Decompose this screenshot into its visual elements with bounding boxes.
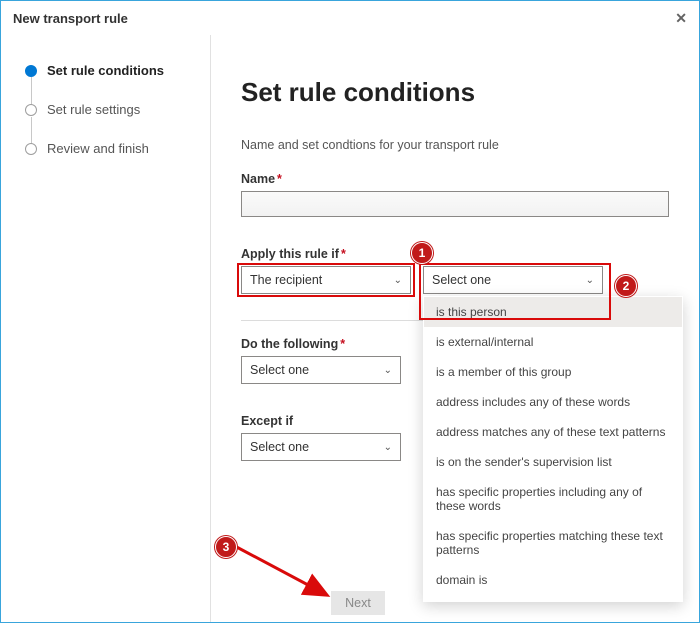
step-dot-icon bbox=[25, 104, 37, 116]
wizard-step-1[interactable]: Set rule conditions bbox=[25, 63, 192, 78]
select-value: Select one bbox=[250, 440, 309, 454]
select-value: Select one bbox=[432, 273, 491, 287]
wizard-step-2[interactable]: Set rule settings bbox=[25, 102, 192, 117]
chevron-down-icon: ⌄ bbox=[384, 442, 392, 453]
page-subtitle: Name and set condtions for your transpor… bbox=[241, 138, 669, 152]
titlebar: New transport rule ✕ bbox=[1, 1, 699, 35]
window-title: New transport rule bbox=[13, 11, 128, 26]
dropdown-option[interactable]: address includes any of these words bbox=[424, 387, 682, 417]
dropdown-option[interactable]: is on the sender's supervision list bbox=[424, 447, 682, 477]
annotation-number-2: 2 bbox=[615, 275, 637, 297]
chevron-down-icon: ⌄ bbox=[394, 275, 402, 286]
chevron-down-icon: ⌄ bbox=[384, 365, 392, 376]
step-label: Review and finish bbox=[47, 141, 149, 156]
wizard-step-3[interactable]: Review and finish bbox=[25, 141, 192, 156]
dropdown-option[interactable]: is this person bbox=[424, 297, 682, 327]
step-label: Set rule settings bbox=[47, 102, 140, 117]
step-dot-icon bbox=[25, 65, 37, 77]
select-value: Select one bbox=[250, 363, 309, 377]
close-icon[interactable]: ✕ bbox=[675, 10, 687, 27]
page-title: Set rule conditions bbox=[241, 77, 669, 108]
condition-predicate-select[interactable]: Select one ⌄ bbox=[423, 266, 603, 294]
dialog-window: New transport rule ✕ Set rule conditions… bbox=[0, 0, 700, 623]
exception-select[interactable]: Select one ⌄ bbox=[241, 433, 401, 461]
dropdown-option[interactable]: has specific properties including any of… bbox=[424, 477, 682, 521]
action-select[interactable]: Select one ⌄ bbox=[241, 356, 401, 384]
dropdown-option[interactable]: address matches any of these text patter… bbox=[424, 417, 682, 447]
required-asterisk: * bbox=[341, 247, 346, 261]
main-panel: Set rule conditions Name and set condtio… bbox=[211, 35, 699, 623]
dialog-body: Set rule conditions Set rule settings Re… bbox=[1, 35, 699, 623]
condition-subject-select[interactable]: The recipient ⌄ bbox=[241, 266, 411, 294]
dropdown-option[interactable]: is a member of this group bbox=[424, 357, 682, 387]
rule-name-input[interactable] bbox=[241, 191, 669, 217]
required-asterisk: * bbox=[340, 337, 345, 351]
wizard-steps-sidebar: Set rule conditions Set rule settings Re… bbox=[1, 35, 211, 623]
apply-rule-row: 1 2 The recipient ⌄ Select one ⌄ is this… bbox=[241, 266, 669, 294]
name-field-block: Name* bbox=[241, 172, 669, 217]
next-button[interactable]: Next bbox=[331, 591, 385, 615]
dropdown-option[interactable]: has specific properties matching these t… bbox=[424, 521, 682, 565]
dropdown-option[interactable]: domain is bbox=[424, 565, 682, 595]
select-value: The recipient bbox=[250, 273, 322, 287]
step-label: Set rule conditions bbox=[47, 63, 164, 78]
step-connector bbox=[31, 77, 32, 105]
step-dot-icon bbox=[25, 143, 37, 155]
apply-rule-label: Apply this rule if* bbox=[241, 247, 669, 261]
condition-predicate-dropdown: is this person is external/internal is a… bbox=[423, 296, 683, 602]
chevron-down-icon: ⌄ bbox=[586, 275, 594, 286]
dropdown-option[interactable]: is external/internal bbox=[424, 327, 682, 357]
annotation-number-3: 3 bbox=[215, 536, 237, 558]
name-label: Name* bbox=[241, 172, 669, 186]
required-asterisk: * bbox=[277, 172, 282, 186]
